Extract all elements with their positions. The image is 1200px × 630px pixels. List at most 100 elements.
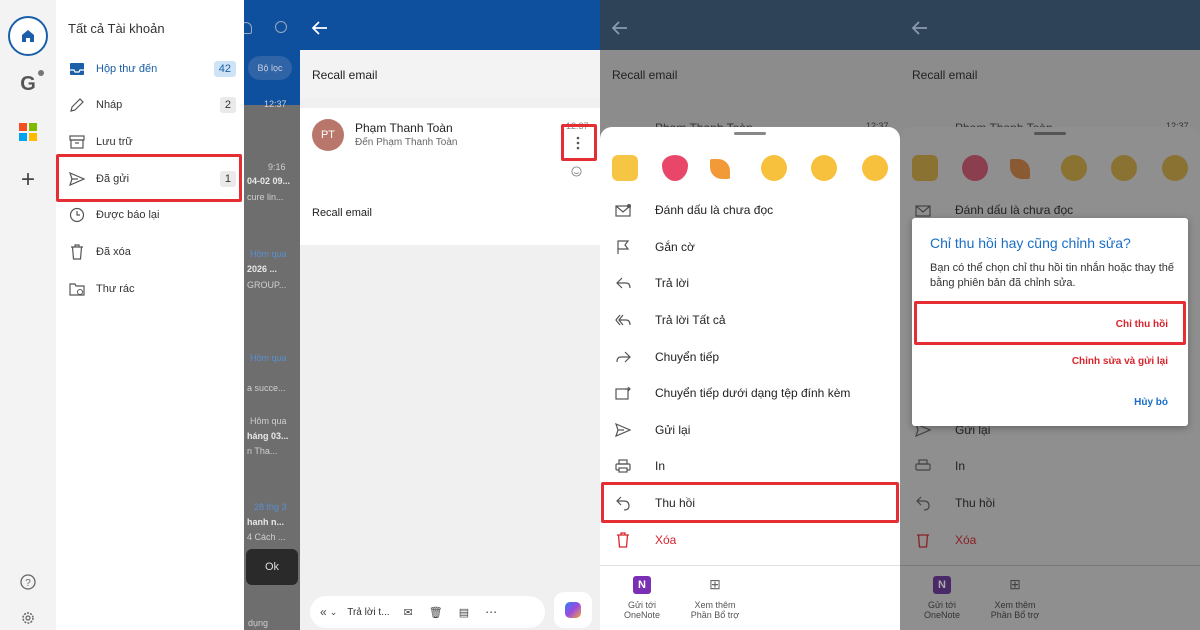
account-rail: G + ? bbox=[0, 0, 56, 630]
menu-delete[interactable]: Xóa bbox=[600, 522, 900, 558]
folder-deleted[interactable]: Đã xóa bbox=[66, 237, 236, 267]
copilot-button[interactable] bbox=[554, 592, 592, 628]
menu-resend[interactable]: Gửi lại bbox=[600, 412, 900, 448]
help-button[interactable]: ? bbox=[8, 562, 48, 602]
more-horizontal-icon[interactable]: ⋯ bbox=[485, 605, 497, 619]
addin-label: Phần Bổ trợ bbox=[690, 610, 740, 620]
move-icon[interactable]: ▤ bbox=[459, 606, 469, 619]
menu-reply[interactable]: Trả lời bbox=[600, 265, 900, 301]
back-button[interactable] bbox=[612, 21, 628, 35]
snippet: n Tha... bbox=[247, 446, 278, 456]
recipient-line: Đến Phạm Thanh Toàn bbox=[355, 137, 458, 148]
reply-label[interactable]: Trả lời t... bbox=[347, 607, 389, 618]
party-emoji[interactable] bbox=[710, 159, 730, 179]
folder-snoozed[interactable]: Được báo lại bbox=[66, 200, 236, 230]
filter-button[interactable]: Bộ lọc bbox=[248, 56, 292, 80]
chevron-down-icon[interactable]: ⌄ bbox=[330, 607, 338, 618]
inbox-header bbox=[244, 0, 300, 105]
google-icon: G bbox=[20, 72, 36, 95]
drag-handle bbox=[1034, 132, 1066, 135]
folder-label: Lưu trữ bbox=[96, 136, 133, 148]
sad-emoji[interactable] bbox=[862, 155, 888, 181]
addin-more: ⊞ Xem thêm Phần Bổ trợ bbox=[984, 576, 1046, 620]
delete-icon bbox=[912, 532, 934, 548]
snippet: dụng bbox=[248, 618, 269, 628]
folder-inbox[interactable]: Hộp thư đến 42 bbox=[66, 54, 236, 84]
settings-button[interactable] bbox=[8, 598, 48, 630]
trash-icon[interactable]: 🗑 bbox=[429, 606, 443, 619]
addin-label: Gửi tới bbox=[628, 600, 656, 610]
snippet: GROUP... bbox=[247, 280, 287, 290]
menu-label: In bbox=[955, 459, 966, 473]
menu-recall: Thu hồi bbox=[900, 485, 1200, 521]
date: Hôm qua bbox=[250, 416, 287, 426]
mail-unread-icon bbox=[912, 204, 934, 217]
arrow-left-icon bbox=[312, 21, 327, 35]
avatar[interactable]: PT bbox=[312, 119, 344, 151]
addin-more[interactable]: ⊞ Xem thêm Phần Bổ trợ bbox=[684, 576, 746, 620]
snippet: a succe... bbox=[247, 383, 286, 393]
microsoft-account-button[interactable] bbox=[8, 112, 48, 152]
draft-count: 2 bbox=[219, 97, 236, 113]
delete-icon bbox=[612, 532, 634, 548]
menu-label: Trả lời Tất cả bbox=[655, 313, 726, 327]
add-account-button[interactable]: + bbox=[8, 160, 48, 200]
message-header bbox=[300, 0, 600, 50]
search-icon[interactable] bbox=[275, 21, 287, 33]
snippet: cure lin... bbox=[247, 192, 284, 202]
folder-label: Thư rác bbox=[96, 283, 135, 295]
home-account-button[interactable] bbox=[8, 16, 48, 56]
flag-icon bbox=[612, 239, 634, 255]
folder-label: Nháp bbox=[96, 99, 123, 111]
filter-label: Bộ lọc bbox=[257, 63, 283, 73]
menu-mark-unread[interactable]: Đánh dấu là chưa đọc bbox=[600, 192, 900, 228]
add-apps-icon: ⊞ bbox=[1009, 576, 1021, 592]
inbox-list-behind-drawer: Bộ lọc 12:37 9:16 04-02 09... cure lin..… bbox=[244, 0, 300, 630]
folder-archive[interactable]: Lưu trữ bbox=[66, 127, 236, 157]
edit-resend-label: Chỉnh sửa và gửi lại bbox=[1071, 355, 1168, 367]
clock-icon bbox=[66, 207, 88, 223]
addin-label: Phần Bổ trợ bbox=[990, 610, 1040, 620]
reply-all-icon[interactable]: « bbox=[320, 605, 327, 619]
surprised-emoji[interactable] bbox=[811, 155, 837, 181]
laughing-emoji[interactable] bbox=[761, 155, 787, 181]
edit-resend-button[interactable]: Chỉnh sửa và gửi lại bbox=[916, 348, 1180, 374]
menu-print[interactable]: In bbox=[600, 448, 900, 484]
cancel-button[interactable]: Hủy bỏ bbox=[1092, 390, 1180, 414]
menu-label: Gắn cờ bbox=[655, 240, 695, 254]
reply-icon bbox=[612, 277, 634, 289]
forward-icon bbox=[612, 351, 634, 363]
google-account-button[interactable]: G bbox=[8, 64, 48, 104]
menu-label: Đánh dấu là chưa đọc bbox=[955, 203, 1074, 217]
party-emoji bbox=[1010, 159, 1030, 179]
back-button[interactable] bbox=[312, 21, 328, 35]
print-icon bbox=[912, 459, 934, 473]
menu-reply-all[interactable]: Trả lời Tất cả bbox=[600, 302, 900, 338]
folder-junk[interactable]: Thư rác bbox=[66, 274, 236, 304]
gear-icon bbox=[22, 612, 34, 624]
react-button[interactable] bbox=[571, 166, 582, 177]
drag-handle[interactable] bbox=[734, 132, 766, 135]
divider bbox=[600, 565, 900, 566]
panel-recall-dialog: Recall email Phạm Thanh Toàn 12:37 Đánh … bbox=[900, 0, 1200, 630]
mail-unread-icon[interactable]: ✉ bbox=[404, 606, 413, 619]
dialog-body: Bạn có thể chọn chỉ thu hồi tin nhắn hoặ… bbox=[930, 262, 1175, 289]
divider bbox=[900, 565, 1200, 566]
folder-drafts[interactable]: Nháp 2 bbox=[66, 90, 236, 120]
snippet: 04-02 09... bbox=[247, 176, 291, 186]
junk-folder-icon bbox=[66, 282, 88, 296]
ok-toast[interactable]: Ok bbox=[246, 549, 298, 585]
archive-icon bbox=[66, 135, 88, 149]
menu-flag[interactable]: Gắn cờ bbox=[600, 229, 900, 265]
menu-print: In bbox=[900, 448, 1200, 484]
addin-onenote[interactable]: N Gửi tới OneNote bbox=[614, 576, 670, 620]
menu-label: Chuyển tiếp bbox=[655, 350, 720, 364]
folder-label: Được báo lại bbox=[96, 209, 160, 221]
menu-forward-attachment[interactable]: Chuyển tiếp dưới dạng tệp đính kèm bbox=[600, 375, 900, 411]
addin-label: Gửi tới bbox=[928, 600, 956, 610]
back-button[interactable] bbox=[912, 21, 928, 35]
snippet: 4 Cách ... bbox=[247, 532, 286, 542]
thumbs-up-emoji[interactable] bbox=[612, 155, 638, 181]
menu-forward[interactable]: Chuyển tiếp bbox=[600, 339, 900, 375]
heart-emoji[interactable] bbox=[662, 155, 688, 181]
